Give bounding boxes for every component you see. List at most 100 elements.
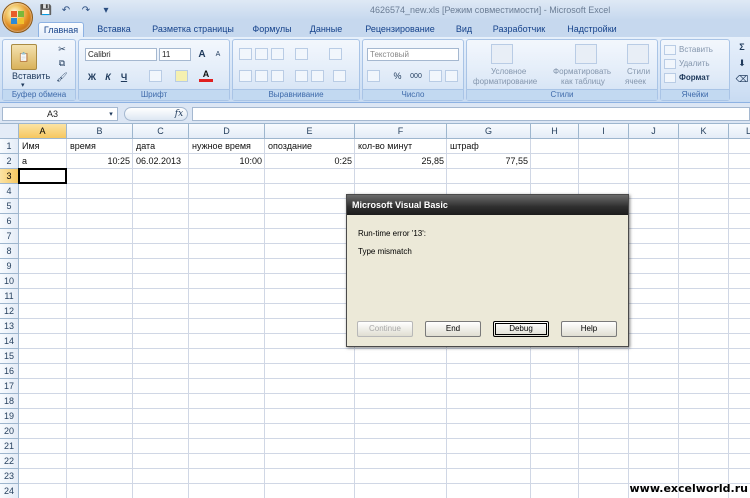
copy-icon[interactable]: ⧉ bbox=[55, 57, 69, 69]
tab-home[interactable]: Главная bbox=[38, 22, 84, 37]
name-box[interactable]: A3 bbox=[2, 107, 118, 121]
debug-button[interactable]: Debug bbox=[493, 321, 549, 337]
tab-page-layout[interactable]: Разметка страницы bbox=[146, 22, 240, 37]
cell-g2[interactable]: 77,55 bbox=[447, 154, 531, 169]
cell-f2[interactable]: 25,85 bbox=[355, 154, 447, 169]
undo-icon[interactable]: ↶ bbox=[58, 3, 74, 17]
align-middle-icon[interactable] bbox=[255, 48, 268, 60]
conditional-formatting-button[interactable]: Условное bbox=[491, 67, 526, 76]
end-button[interactable]: End bbox=[425, 321, 481, 337]
cell-c1[interactable]: дата bbox=[133, 139, 189, 154]
tab-developer[interactable]: Разработчик bbox=[488, 22, 550, 37]
tab-view[interactable]: Вид bbox=[452, 22, 476, 37]
format-as-table-icon[interactable] bbox=[575, 44, 597, 64]
row-header-2[interactable]: 2 bbox=[0, 154, 19, 169]
conditional-formatting-icon[interactable] bbox=[491, 44, 513, 64]
cell-styles-button[interactable]: Стили bbox=[627, 67, 650, 76]
column-header-b[interactable]: B bbox=[67, 124, 133, 139]
tab-review[interactable]: Рецензирование bbox=[356, 22, 444, 37]
orientation-icon[interactable] bbox=[295, 48, 308, 60]
font-name-select[interactable]: Calibri bbox=[85, 48, 157, 61]
column-header-d[interactable]: D bbox=[189, 124, 265, 139]
row-header-20[interactable]: 20 bbox=[0, 424, 19, 439]
cell-e1[interactable]: опоздание bbox=[265, 139, 355, 154]
column-header-j[interactable]: J bbox=[629, 124, 679, 139]
align-right-icon[interactable] bbox=[271, 70, 284, 82]
bold-button[interactable]: Ж bbox=[85, 70, 99, 83]
cut-icon[interactable]: ✂ bbox=[55, 43, 69, 55]
row-header-16[interactable]: 16 bbox=[0, 364, 19, 379]
row-header-23[interactable]: 23 bbox=[0, 469, 19, 484]
insert-cells-icon[interactable] bbox=[664, 45, 676, 55]
underline-button[interactable]: Ч bbox=[117, 70, 131, 83]
select-all-button[interactable] bbox=[0, 124, 19, 139]
continue-button[interactable]: Continue bbox=[357, 321, 413, 337]
row-header-24[interactable]: 24 bbox=[0, 484, 19, 498]
insert-function-button[interactable]: fx bbox=[173, 108, 185, 120]
row-header-4[interactable]: 4 bbox=[0, 184, 19, 199]
row-header-13[interactable]: 13 bbox=[0, 319, 19, 334]
decrease-decimal-icon[interactable] bbox=[445, 70, 458, 82]
font-color-button[interactable]: A bbox=[199, 69, 213, 82]
clear-icon[interactable]: ⌫ bbox=[736, 73, 749, 85]
column-header-l[interactable]: L bbox=[729, 124, 750, 139]
cell-c2[interactable]: 06.02.2013 bbox=[133, 154, 189, 169]
thousands-button[interactable]: 000 bbox=[407, 70, 425, 82]
tab-addins[interactable]: Надстройки bbox=[562, 22, 622, 37]
cell-a1[interactable]: Имя bbox=[19, 139, 67, 154]
cell-d1[interactable]: нужное время bbox=[189, 139, 265, 154]
insert-cells-button[interactable]: Вставить bbox=[679, 45, 713, 54]
tab-formulas[interactable]: Формулы bbox=[248, 22, 296, 37]
row-header-18[interactable]: 18 bbox=[0, 394, 19, 409]
autosum-icon[interactable]: Σ bbox=[736, 41, 748, 53]
decrease-indent-icon[interactable] bbox=[295, 70, 308, 82]
cell-styles-icon[interactable] bbox=[627, 44, 649, 64]
grow-font-button[interactable]: A bbox=[195, 48, 209, 61]
cell-f1[interactable]: кол-во минут bbox=[355, 139, 447, 154]
paste-button[interactable]: Вставить bbox=[12, 71, 50, 81]
increase-decimal-icon[interactable] bbox=[429, 70, 442, 82]
format-cells-button[interactable]: Формат bbox=[679, 73, 710, 82]
currency-icon[interactable] bbox=[367, 70, 380, 82]
paste-dropdown-icon[interactable]: ▾ bbox=[21, 81, 25, 89]
column-header-i[interactable]: I bbox=[579, 124, 629, 139]
row-header-14[interactable]: 14 bbox=[0, 334, 19, 349]
row-header-11[interactable]: 11 bbox=[0, 289, 19, 304]
italic-button[interactable]: К bbox=[101, 70, 115, 83]
row-header-19[interactable]: 19 bbox=[0, 409, 19, 424]
shrink-font-button[interactable]: A bbox=[211, 48, 225, 61]
formula-input[interactable] bbox=[192, 107, 750, 121]
tab-insert[interactable]: Вставка bbox=[92, 22, 136, 37]
percent-button[interactable]: % bbox=[391, 70, 404, 82]
format-cells-icon[interactable] bbox=[664, 73, 676, 83]
row-header-5[interactable]: 5 bbox=[0, 199, 19, 214]
column-header-k[interactable]: K bbox=[679, 124, 729, 139]
cell-b1[interactable]: время bbox=[67, 139, 133, 154]
merge-center-icon[interactable] bbox=[333, 70, 346, 82]
delete-cells-button[interactable]: Удалить bbox=[679, 59, 710, 68]
row-header-22[interactable]: 22 bbox=[0, 454, 19, 469]
row-header-1[interactable]: 1 bbox=[0, 139, 19, 154]
row-header-21[interactable]: 21 bbox=[0, 439, 19, 454]
row-header-15[interactable]: 15 bbox=[0, 349, 19, 364]
row-header-7[interactable]: 7 bbox=[0, 229, 19, 244]
row-header-8[interactable]: 8 bbox=[0, 244, 19, 259]
column-header-f[interactable]: F bbox=[355, 124, 447, 139]
column-header-c[interactable]: C bbox=[133, 124, 189, 139]
align-center-icon[interactable] bbox=[255, 70, 268, 82]
column-header-e[interactable]: E bbox=[265, 124, 355, 139]
cell-g1[interactable]: штраф bbox=[447, 139, 531, 154]
increase-indent-icon[interactable] bbox=[311, 70, 324, 82]
row-header-6[interactable]: 6 bbox=[0, 214, 19, 229]
active-cell-a3[interactable] bbox=[18, 168, 67, 184]
number-format-select[interactable]: Текстовый bbox=[367, 48, 459, 61]
wrap-text-icon[interactable] bbox=[329, 48, 342, 60]
font-size-select[interactable]: 11 bbox=[159, 48, 191, 61]
paste-icon[interactable]: 📋 bbox=[11, 44, 37, 70]
row-header-3[interactable]: 3 bbox=[0, 169, 19, 184]
office-button[interactable] bbox=[2, 2, 33, 33]
row-header-17[interactable]: 17 bbox=[0, 379, 19, 394]
column-header-a[interactable]: A bbox=[19, 124, 67, 139]
row-header-10[interactable]: 10 bbox=[0, 274, 19, 289]
fill-icon[interactable]: ⬇ bbox=[736, 57, 748, 69]
